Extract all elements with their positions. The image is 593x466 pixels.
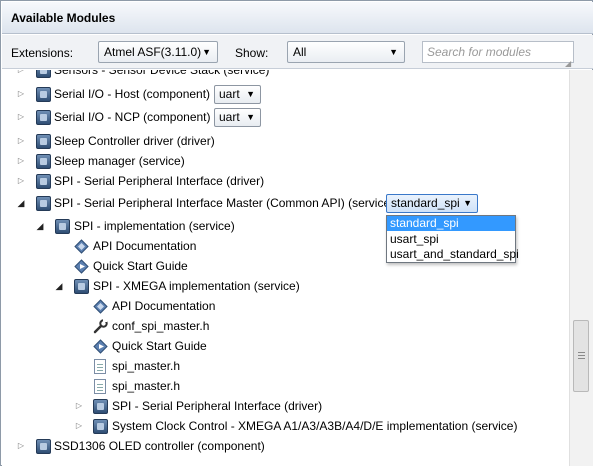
tree-row-label: API Documentation: [112, 299, 216, 313]
dropdown-option[interactable]: usart_and_standard_spi: [387, 247, 519, 262]
tree-row[interactable]: spi_master.h: [2, 356, 569, 376]
implementation-select-value: uart: [219, 110, 240, 124]
chevron-down-icon: ▼: [389, 47, 398, 57]
module-icon: [36, 70, 51, 78]
grip-icon: [578, 352, 585, 353]
resize-grip-icon: ◢: [565, 59, 572, 68]
expand-arrow-icon[interactable]: ▷: [16, 107, 26, 127]
tree-row-label: SPI - implementation (service): [74, 219, 235, 233]
tree-row-label: Quick Start Guide: [112, 339, 207, 353]
expand-arrow-icon[interactable]: ▷: [16, 436, 26, 456]
module-icon: [36, 196, 51, 211]
tree-row[interactable]: API Documentation: [2, 296, 569, 316]
documentation-icon: [93, 299, 108, 314]
implementation-select[interactable]: uart ▼: [214, 108, 261, 127]
header-file-icon: [94, 379, 106, 394]
dropdown-option[interactable]: standard_spi: [387, 216, 515, 231]
expand-arrow-icon[interactable]: ▷: [16, 151, 26, 171]
tree-row[interactable]: conf_spi_master.h: [2, 316, 569, 336]
show-select[interactable]: All ▼: [287, 41, 405, 63]
tree-row-label: SPI - Serial Peripheral Interface Master…: [54, 196, 395, 210]
tree-row-label: Sensors - Sensor Device Stack (service): [54, 70, 270, 77]
expand-arrow-icon[interactable]: ▷: [16, 171, 26, 191]
documentation-icon: [74, 239, 89, 254]
module-icon: [36, 439, 51, 454]
module-icon: [36, 87, 51, 102]
header-file-icon: [94, 359, 106, 374]
search-input[interactable]: [422, 41, 574, 63]
show-label: Show:: [235, 46, 269, 60]
tree-row[interactable]: spi_master.h: [2, 376, 569, 396]
expand-arrow-icon[interactable]: ▷: [16, 131, 26, 151]
tree-row[interactable]: Quick Start Guide: [2, 336, 569, 356]
implementation-select[interactable]: uart ▼: [214, 85, 261, 104]
tree-row-label: SPI - XMEGA implementation (service): [93, 279, 300, 293]
chevron-down-icon: ▼: [463, 198, 472, 208]
chevron-down-icon: ▼: [246, 112, 255, 122]
vertical-scrollbar[interactable]: [569, 70, 593, 466]
collapse-arrow-icon[interactable]: ◢: [16, 193, 26, 213]
tree-row-label: SPI - Serial Peripheral Interface (drive…: [54, 174, 265, 188]
extensions-label: Extensions:: [11, 46, 74, 60]
chevron-down-icon: ▼: [246, 89, 255, 99]
implementation-select-value: standard_spi: [391, 196, 460, 210]
tree-row[interactable]: ▷ Sensors - Sensor Device Stack (service…: [2, 70, 569, 80]
extensions-select[interactable]: Atmel ASF(3.11.0) ▼: [98, 41, 218, 63]
tree-row-label: Serial I/O - Host (component): [54, 87, 211, 101]
tree-row-label: Sleep manager (service): [54, 154, 185, 168]
module-icon: [74, 279, 89, 294]
tree-row-label: Sleep Controller driver (driver): [54, 134, 215, 148]
expand-arrow-icon[interactable]: ▷: [16, 84, 26, 104]
tree-row[interactable]: ◢ SPI - Serial Peripheral Interface Mast…: [2, 193, 569, 213]
module-icon: [93, 419, 108, 434]
expand-arrow-icon[interactable]: ▷: [74, 416, 84, 436]
implementation-select-value: uart: [219, 87, 240, 101]
expand-arrow-icon[interactable]: ▷: [74, 396, 84, 416]
tree-row-label: conf_spi_master.h: [112, 319, 210, 333]
module-icon: [36, 174, 51, 189]
filter-bar: Extensions: Atmel ASF(3.11.0) ▼ Show: Al…: [2, 35, 593, 69]
tree-row-label: SSD1306 OLED controller (component): [54, 439, 265, 453]
module-icon: [36, 134, 51, 149]
module-tree: ▷ Sensors - Sensor Device Stack (service…: [2, 70, 569, 466]
implementation-dropdown-list: standard_spi usart_spi usart_and_standar…: [386, 215, 519, 263]
tree-row[interactable]: ▷ SPI - Serial Peripheral Interface (dri…: [2, 396, 569, 416]
collapse-arrow-icon[interactable]: ◢: [35, 216, 45, 236]
expand-arrow-icon[interactable]: ▷: [16, 70, 26, 80]
tree-row-label: Quick Start Guide: [93, 259, 188, 273]
dropdown-option[interactable]: usart_spi: [387, 232, 515, 247]
tree-row[interactable]: ▷ Sleep manager (service): [2, 151, 569, 171]
tree-row[interactable]: ▷ Serial I/O - Host (component) uart ▼: [2, 84, 569, 104]
tree-row[interactable]: ▷ System Clock Control - XMEGA A1/A3/A3B…: [2, 416, 569, 436]
tree-row-label: spi_master.h: [112, 379, 181, 393]
wrench-icon: [93, 319, 108, 334]
module-icon: [55, 219, 70, 234]
quick-start-icon: [74, 259, 89, 274]
show-select-value: All: [293, 45, 307, 59]
tree-row[interactable]: ◢ SPI - XMEGA implementation (service): [2, 276, 569, 296]
tree-row[interactable]: ▷ SPI - Serial Peripheral Interface (dri…: [2, 171, 569, 191]
module-icon: [36, 154, 51, 169]
chevron-down-icon: ▼: [202, 47, 211, 57]
tree-row[interactable]: ▷ Serial I/O - NCP (component) uart ▼: [2, 107, 569, 127]
scrollbar-thumb[interactable]: [573, 320, 589, 392]
tree-row-label: SPI - Serial Peripheral Interface (drive…: [112, 399, 323, 413]
module-icon: [93, 399, 108, 414]
module-icon: [36, 110, 51, 125]
tree-row-label: API Documentation: [93, 239, 197, 253]
window-title: Available Modules: [2, 2, 593, 34]
quick-start-icon: [93, 339, 108, 354]
tree-row-label: System Clock Control - XMEGA A1/A3/A3B/A…: [112, 419, 518, 433]
tree-row[interactable]: ▷ Sleep Controller driver (driver): [2, 131, 569, 151]
tree-row-label: Serial I/O - NCP (component): [54, 110, 211, 124]
tree-row[interactable]: ▷ SSD1306 OLED controller (component): [2, 436, 569, 456]
tree-row-label: spi_master.h: [112, 359, 181, 373]
extensions-select-value: Atmel ASF(3.11.0): [104, 45, 202, 59]
implementation-select[interactable]: standard_spi ▼: [386, 194, 478, 213]
available-modules-window: Available Modules Extensions: Atmel ASF(…: [0, 0, 593, 466]
collapse-arrow-icon[interactable]: ◢: [54, 276, 64, 296]
